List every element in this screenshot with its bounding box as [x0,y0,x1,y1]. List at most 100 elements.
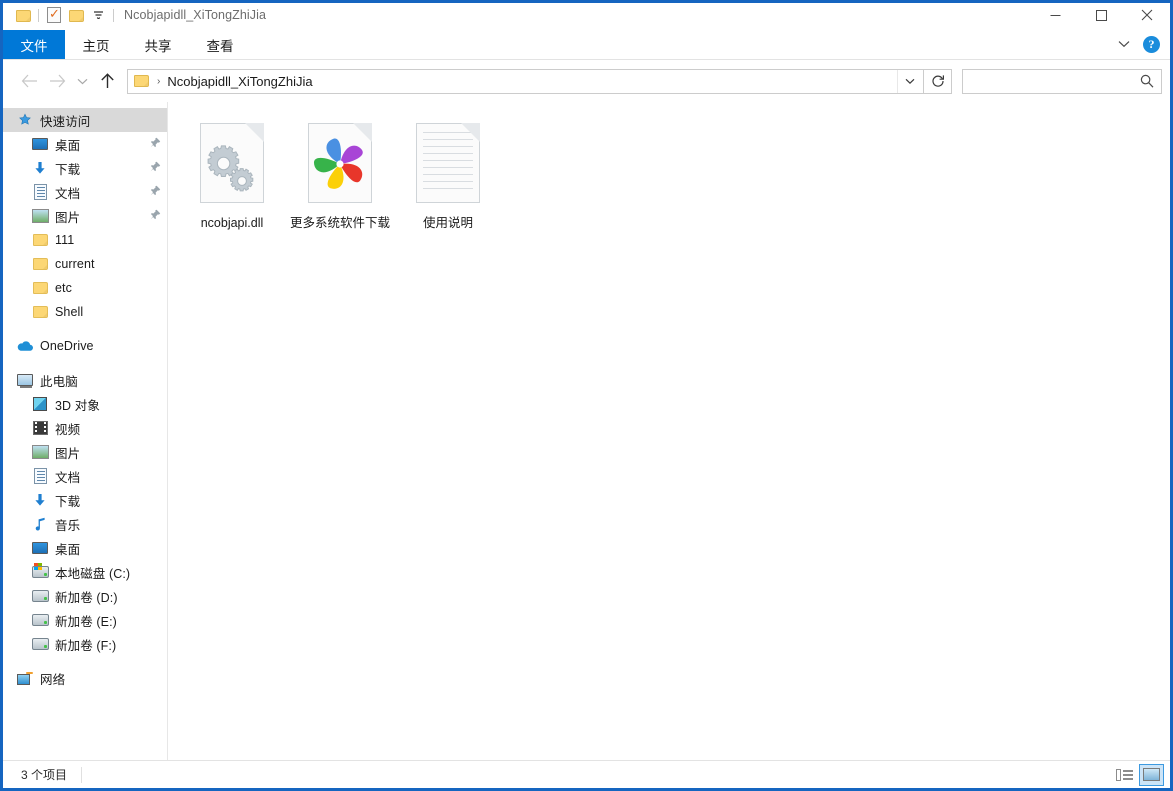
up-button[interactable] [93,67,121,95]
sidebar-label: 3D 对象 [55,398,100,413]
sidebar-item-videos[interactable]: 视频 [3,416,167,440]
sidebar-item-music[interactable]: 音乐 [3,512,167,536]
folder-icon [30,303,50,321]
recent-locations-button[interactable] [71,67,93,95]
sidebar-label: 新加卷 (D:) [55,590,118,605]
pin-icon[interactable] [150,209,161,223]
sidebar-item-downloads[interactable]: 下载 [3,488,167,512]
pin-icon[interactable] [150,185,161,199]
pin-icon[interactable] [150,161,161,175]
sidebar-label: 此电脑 [40,374,78,389]
pin-icon[interactable] [150,137,161,151]
sidebar-item-drive-f[interactable]: 新加卷 (F:) [3,632,167,656]
navigation-pane[interactable]: 快速访问 桌面 下载 文档 图片 111 current etc Shell O… [3,102,168,760]
file-item[interactable]: 使用说明 [394,114,502,236]
sidebar-item-this-pc[interactable]: 此电脑 [3,368,167,392]
desktop-icon [30,135,50,153]
status-divider [81,766,83,783]
forward-button[interactable] [43,67,71,95]
new-folder-icon[interactable] [65,4,87,26]
status-bar: 3 个项目 [3,760,1170,788]
maximize-button[interactable] [1078,0,1124,30]
minimize-button[interactable] [1032,0,1078,30]
tab-share[interactable]: 共享 [127,30,189,59]
toolbar-divider-2 [113,8,114,22]
tab-file[interactable]: 文件 [3,30,65,59]
window-controls [1032,0,1170,30]
drive-icon [30,611,50,629]
close-button[interactable] [1124,0,1170,30]
sidebar-label: 音乐 [55,518,81,533]
sidebar-item-pictures-qa[interactable]: 图片 [3,204,167,228]
details-view-button[interactable] [1112,764,1137,786]
file-item[interactable]: 更多系统软件下载 [286,114,394,236]
file-item[interactable]: ncobjapi.dll [178,114,286,236]
file-list-view[interactable]: ncobjapi.dll 更多系统软件下载 使用说明 [168,102,1170,760]
quick-access-toolbar [12,4,118,26]
folder-icon [30,255,50,273]
dll-gears-icon [194,118,270,208]
large-icons-view-button[interactable] [1139,763,1164,786]
tab-view[interactable]: 查看 [189,30,251,59]
search-input[interactable] [970,74,1140,88]
refresh-button[interactable] [924,68,952,94]
breadcrumb-path[interactable]: Ncobjapidll_XiTongZhiJia [167,74,312,89]
sidebar-item-shell[interactable]: Shell [3,300,167,324]
sidebar-item-current[interactable]: current [3,252,167,276]
sidebar-item-documents-qa[interactable]: 文档 [3,180,167,204]
sidebar-label: 下载 [55,162,81,177]
sidebar-item-onedrive[interactable]: OneDrive [3,334,167,358]
ribbon-right-controls: ? [1115,30,1170,59]
sidebar-label: 视频 [55,422,81,437]
sidebar-label: 文档 [55,470,81,485]
sidebar-label: OneDrive [40,339,94,353]
chevron-down-icon[interactable] [87,4,109,26]
tab-home[interactable]: 主页 [65,30,127,59]
view-buttons [1112,763,1164,786]
sidebar-item-3d-objects[interactable]: 3D 对象 [3,392,167,416]
sidebar-item-network[interactable]: 网络 [3,666,167,690]
ribbon-tabs: 文件 主页 共享 查看 ? [3,30,1170,60]
sidebar-item-desktop[interactable]: 桌面 [3,536,167,560]
folder-icon [30,231,50,249]
sidebar-label: 图片 [55,210,81,225]
sidebar-item-drive-d[interactable]: 新加卷 (D:) [3,584,167,608]
downloads-icon [30,491,50,509]
address-bar[interactable]: › Ncobjapidll_XiTongZhiJia [127,68,924,94]
sidebar-item-111[interactable]: 111 [3,228,167,252]
back-button[interactable] [15,67,43,95]
search-box[interactable] [962,68,1162,94]
this-pc-icon [15,371,35,389]
sidebar-label: 下载 [55,494,81,509]
properties-icon[interactable] [43,4,65,26]
chevron-down-icon[interactable] [1115,39,1133,51]
group-spacer-3 [3,656,167,666]
sidebar-item-etc[interactable]: etc [3,276,167,300]
help-icon[interactable]: ? [1143,36,1160,53]
sidebar-item-quick-access[interactable]: 快速访问 [3,108,167,132]
group-spacer-2 [3,358,167,368]
sidebar-label: current [55,257,95,271]
explorer-window: Ncobjapidll_XiTongZhiJia 文件 主页 共享 查看 ? [0,0,1173,791]
sidebar-item-desktop-qa[interactable]: 桌面 [3,132,167,156]
sidebar-item-local-disk-c[interactable]: 本地磁盘 (C:) [3,560,167,584]
file-name: 更多系统软件下载 [290,216,391,230]
sidebar-label: 新加卷 (E:) [55,614,117,629]
star-pin-icon [15,111,35,129]
sidebar-item-downloads-qa[interactable]: 下载 [3,156,167,180]
sidebar-label: 本地磁盘 (C:) [55,566,131,581]
search-icon[interactable] [1140,74,1154,88]
sidebar-label: 111 [55,233,75,247]
breadcrumb-separator: › [157,75,161,87]
music-icon [30,515,50,533]
sidebar-label: 桌面 [55,542,81,557]
file-name: 使用说明 [422,216,473,230]
title-bar: Ncobjapidll_XiTongZhiJia [3,0,1170,30]
sidebar-item-documents[interactable]: 文档 [3,464,167,488]
folder-icon[interactable] [12,4,34,26]
address-dropdown-icon[interactable] [897,69,921,93]
file-grid: ncobjapi.dll 更多系统软件下载 使用说明 [178,114,1170,244]
sidebar-item-pictures[interactable]: 图片 [3,440,167,464]
sidebar-label: etc [55,281,72,295]
sidebar-item-drive-e[interactable]: 新加卷 (E:) [3,608,167,632]
